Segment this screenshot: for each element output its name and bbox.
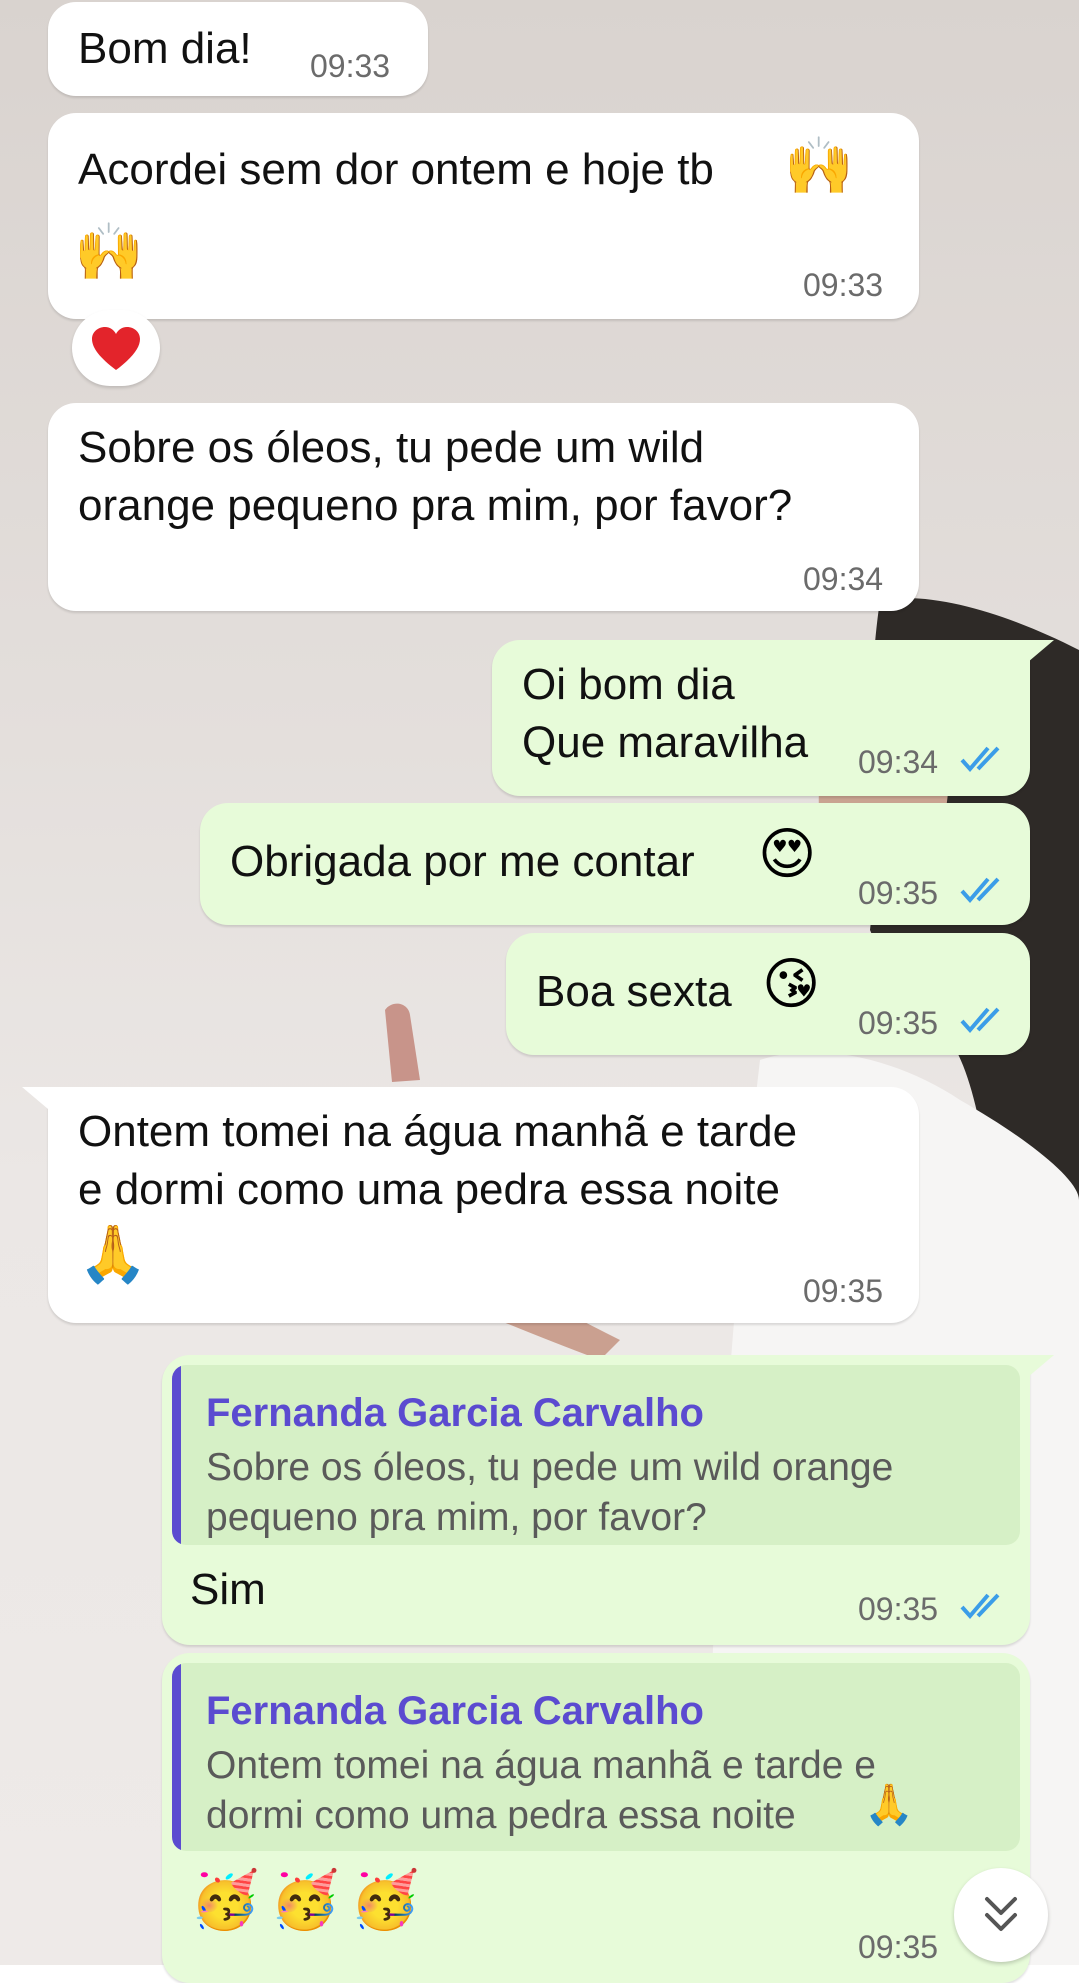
message-text: Ontem tomei na água manhã e tarde e dorm…	[78, 1107, 798, 1214]
kissing-face-emoji: 😘	[762, 952, 821, 1017]
message-text: Obrigada por me contar	[230, 837, 695, 886]
quoted-author: Fernanda Garcia Carvalho	[206, 1391, 704, 1435]
message-bubble-incoming[interactable]: Ontem tomei na água manhã e tarde e dorm…	[22, 1087, 919, 1323]
folded-hands-emoji: 🙏	[864, 1782, 914, 1828]
message-bubble-incoming[interactable]: Sobre os óleos, tu pede um wild orange p…	[48, 403, 919, 611]
read-ticks-icon	[960, 1593, 1000, 1620]
heart-eyes-emoji: 😍	[758, 822, 817, 887]
raising-hands-emoji: 🙌	[784, 134, 854, 199]
message-time: 09:33	[803, 267, 884, 303]
quoted-text: Ontem tomei na água manhã e tarde e dorm…	[206, 1744, 876, 1837]
message-time: 09:34	[803, 561, 884, 597]
quoted-message[interactable]: Fernanda Garcia Carvalho Ontem tomei na …	[172, 1663, 1020, 1851]
raising-hands-emoji: 🙌	[74, 220, 144, 285]
quoted-message[interactable]: Fernanda Garcia Carvalho Sobre os óleos,…	[172, 1365, 1020, 1545]
message-text: Acordei sem dor ontem e hoje tb	[78, 145, 714, 194]
message-time: 09:33	[310, 48, 391, 84]
reaction-badge[interactable]	[72, 310, 160, 386]
message-time: 09:35	[858, 875, 939, 911]
partying-face-emoji: 🥳	[190, 1868, 260, 1933]
read-ticks-icon	[960, 746, 1000, 773]
message-bubble-outgoing[interactable]: Oi bom dia Que maravilha 09:34	[492, 640, 1054, 796]
message-bubble-incoming[interactable]: Acordei sem dor ontem e hoje tb 🙌 🙌 09:3…	[48, 113, 919, 319]
quoted-author: Fernanda Garcia Carvalho	[206, 1689, 704, 1733]
message-text: Sobre os óleos, tu pede um wild orange p…	[78, 423, 793, 530]
read-ticks-icon	[960, 1007, 1000, 1034]
message-bubble-outgoing[interactable]: Boa sexta 😘 09:35	[506, 933, 1030, 1055]
quoted-text: Sobre os óleos, tu pede um wild orange p…	[206, 1446, 894, 1539]
message-bubble-outgoing[interactable]: Obrigada por me contar 😍 09:35	[200, 803, 1030, 925]
quote-accent-bar	[172, 1663, 181, 1851]
folded-hands-emoji: 🙏	[78, 1222, 148, 1287]
scroll-to-bottom-button[interactable]	[954, 1868, 1048, 1962]
message-time: 09:35	[858, 1591, 939, 1627]
double-chevron-down-icon	[985, 1897, 1017, 1931]
read-ticks-icon	[960, 877, 1000, 904]
message-text: Boa sexta	[536, 967, 732, 1016]
message-text: Oi bom dia Que maravilha	[522, 660, 809, 767]
quote-accent-bar	[172, 1365, 181, 1545]
message-time: 09:35	[803, 1273, 884, 1309]
message-bubble-outgoing-reply[interactable]: Fernanda Garcia Carvalho Sobre os óleos,…	[162, 1355, 1054, 1645]
message-time: 09:34	[858, 744, 939, 780]
partying-face-emoji: 🥳	[270, 1868, 340, 1933]
partying-face-emoji: 🥳	[350, 1868, 420, 1933]
message-text: Bom dia!	[78, 24, 252, 73]
red-heart-emoji	[92, 327, 140, 370]
message-time: 09:35	[858, 1005, 939, 1041]
message-bubble-incoming[interactable]: Bom dia! 09:33	[48, 2, 428, 96]
message-time: 09:35	[858, 1929, 939, 1965]
message-bubble-outgoing-reply[interactable]: Fernanda Garcia Carvalho Ontem tomei na …	[162, 1653, 1030, 1983]
message-text: Sim	[190, 1565, 266, 1614]
